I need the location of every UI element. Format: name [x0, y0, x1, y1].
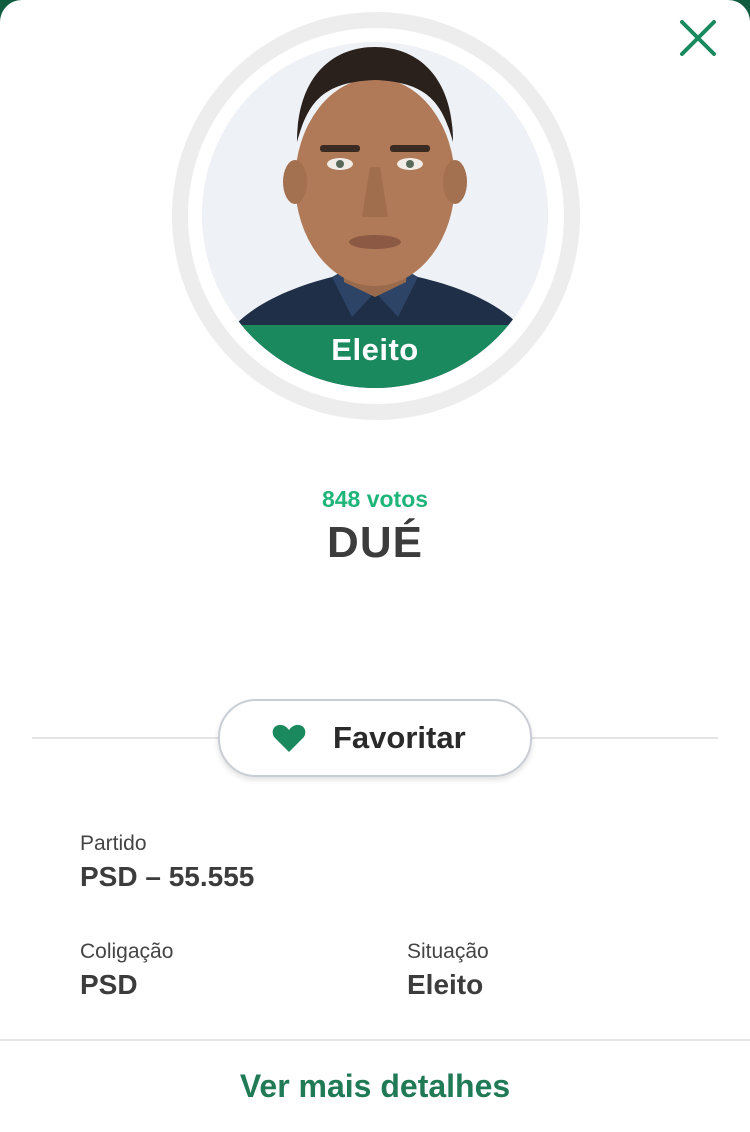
vote-count: 848 votos — [321, 486, 429, 512]
heart-icon — [272, 724, 306, 752]
party-label: Partido — [80, 832, 147, 855]
divider — [0, 1039, 750, 1041]
candidate-name: DUÉ — [327, 518, 423, 567]
situation-value: Eleito — [407, 969, 484, 1000]
favorite-label: Favoritar — [333, 720, 466, 755]
coalition-label: Coligação — [80, 940, 174, 963]
close-icon — [680, 20, 716, 56]
close-button[interactable] — [676, 16, 720, 60]
situation-label: Situação — [407, 940, 489, 963]
details-link[interactable]: Ver mais detalhes — [0, 1068, 750, 1105]
status-badge: Eleito — [331, 332, 419, 367]
candidate-modal: Eleito 848 votos DUÉ Favoritar Partido P… — [0, 0, 750, 1132]
coalition-value: PSD — [80, 969, 138, 1000]
candidate-photo: Eleito — [202, 42, 548, 388]
party-value: PSD – 55.555 — [80, 861, 255, 892]
favorite-button[interactable]: Favoritar — [218, 699, 532, 777]
